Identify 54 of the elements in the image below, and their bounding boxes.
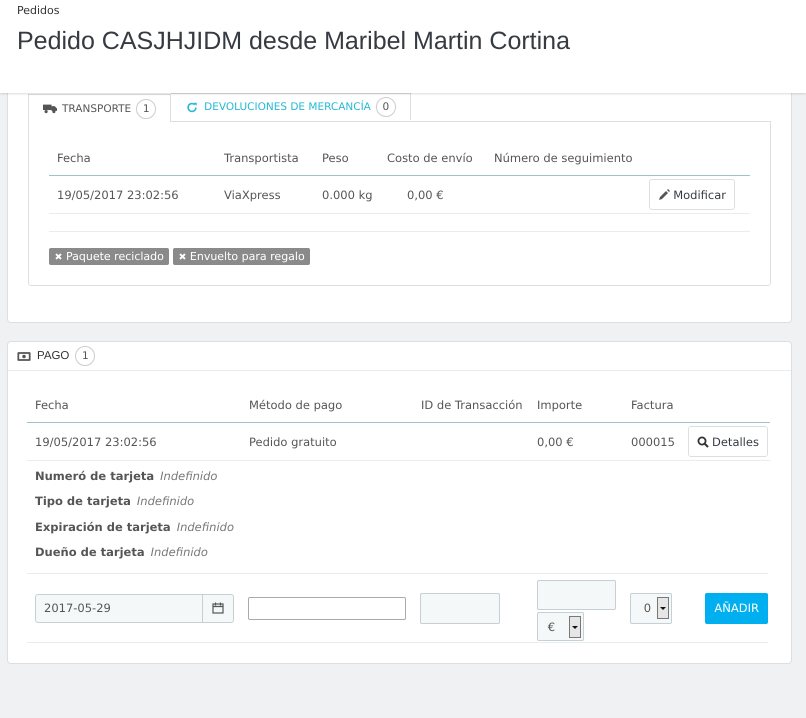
table-cell: 000015: [631, 434, 675, 448]
panel-title: PAGO: [37, 350, 70, 362]
field-label: Expiración de tarjeta: [35, 520, 171, 534]
edit-button[interactable]: Modificar: [649, 179, 735, 210]
refresh-icon: [185, 102, 200, 112]
date-field[interactable]: 2017-05-29: [35, 594, 234, 622]
column-header: Importe: [529, 387, 623, 423]
field-value: Indefinido: [150, 545, 208, 560]
column-header: Método de pago: [241, 387, 413, 423]
column-header: ID de Transacción: [413, 387, 529, 423]
field-value: Indefinido: [176, 520, 234, 534]
amount-field[interactable]: [536, 580, 616, 610]
tag: Envuelto para regalo: [172, 248, 310, 265]
count-badge: 1: [75, 346, 96, 366]
x-icon: [54, 252, 63, 261]
tab-label: TRANSPORTE: [62, 102, 132, 114]
transaction-id-field[interactable]: [420, 592, 500, 624]
column-header: Número de seguimiento: [486, 140, 642, 176]
calendar-icon: [212, 602, 224, 614]
column-header: Transportista: [216, 140, 314, 176]
column-header: Fecha: [49, 140, 216, 176]
page-title: Pedido CASJHJIDM desde Maribel Martin Cortina: [17, 27, 571, 56]
pencil-icon: [658, 188, 670, 200]
table-cell: 0,00 €: [407, 188, 444, 202]
breadcrumb[interactable]: Pedidos: [17, 4, 60, 17]
details-button[interactable]: Detalles: [688, 426, 768, 457]
column-header: Factura: [623, 387, 680, 423]
tab[interactable]: TRANSPORTE 1: [28, 94, 172, 122]
search-icon: [697, 436, 709, 448]
column-header: Peso: [314, 140, 379, 176]
invoice-select[interactable]: 0: [630, 592, 672, 624]
count-badge: 1: [136, 98, 156, 118]
table-cell: Pedido gratuito: [249, 434, 337, 448]
x-icon: [178, 252, 187, 261]
money-icon: [17, 350, 31, 362]
column-header: Costo de envío: [379, 140, 486, 176]
tab[interactable]: DEVOLUCIONES DE MERCANCÍA 0: [171, 93, 411, 120]
field-value: Indefinido: [136, 494, 194, 508]
table-cell: 0,00 €: [537, 434, 574, 448]
field-value: Indefinido: [160, 468, 218, 483]
count-badge: 0: [376, 97, 396, 117]
table-cell: 0.000 kg: [322, 188, 373, 202]
currency-select[interactable]: €: [536, 612, 584, 641]
field-label: Numeró de tarjeta: [35, 468, 154, 483]
truck-icon: [43, 103, 57, 114]
tab-label: DEVOLUCIONES DE MERCANCÍA: [204, 101, 371, 113]
table-cell: ViaXpress: [224, 188, 281, 202]
field-label: Tipo de tarjeta: [35, 494, 131, 508]
field-label: Dueño de tarjeta: [35, 545, 145, 560]
payment-method-field[interactable]: [248, 596, 406, 620]
table-cell: 19/05/2017 23:02:56: [35, 434, 157, 448]
column-header: Fecha: [27, 387, 241, 423]
tag: Paquete reciclado: [49, 248, 169, 265]
table-cell: 19/05/2017 23:02:56: [57, 188, 179, 202]
